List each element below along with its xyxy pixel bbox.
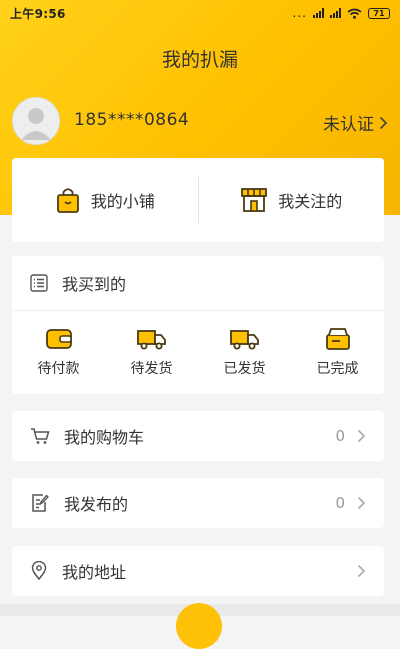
- bottom-center-button[interactable]: [176, 603, 222, 649]
- orders-status-row: 待付款 待发货 已发货 已完成: [12, 311, 384, 394]
- menu-item-count: 0: [335, 494, 345, 512]
- menu-item-address[interactable]: 我的地址: [12, 546, 384, 596]
- menu-item-label: 我发布的: [64, 495, 129, 514]
- shipped-label: 已发货: [223, 361, 266, 377]
- menu-item-published[interactable]: 我发布的 0: [12, 478, 384, 528]
- status-time: 上午9:56: [10, 6, 66, 21]
- pending-shipment-label: 待发货: [130, 361, 173, 377]
- location-pin-icon: [31, 561, 47, 581]
- notification-dots-icon: ...: [292, 6, 307, 20]
- wallet-icon: [45, 329, 72, 349]
- following-label: 我关注的: [278, 192, 343, 211]
- cart-icon: [31, 428, 50, 444]
- verify-label: 未认证: [323, 115, 374, 135]
- status-bar: 上午9:56 ... 71: [0, 0, 400, 26]
- avatar[interactable]: [12, 97, 60, 145]
- edit-doc-icon: [32, 494, 49, 512]
- status-icons: ... 71: [293, 6, 390, 20]
- signal-icon: [330, 8, 341, 18]
- truck-icon: [136, 330, 166, 350]
- pending-payment-label: 待付款: [37, 361, 80, 377]
- page-title: 我的扒漏: [161, 49, 238, 71]
- chevron-right-icon: [357, 496, 366, 510]
- menu-item-count: 0: [335, 427, 345, 445]
- chevron-right-icon: [357, 429, 366, 443]
- storefront-icon: [241, 188, 268, 212]
- verify-status-link[interactable]: 未认证: [323, 110, 388, 135]
- box-icon: [325, 328, 350, 350]
- truck-icon: [229, 330, 259, 350]
- shopping-bag-icon: [56, 188, 79, 213]
- shipped-button[interactable]: 已发货: [198, 311, 291, 394]
- list-icon: [30, 274, 48, 292]
- menu-item-shopping-cart[interactable]: 我的购物车 0: [12, 411, 384, 461]
- chevron-right-icon: [379, 116, 388, 129]
- completed-label: 已完成: [316, 361, 359, 377]
- orders-header[interactable]: 我买到的: [12, 256, 384, 311]
- completed-button[interactable]: 已完成: [291, 311, 384, 394]
- signal-icon: [313, 8, 324, 18]
- orders-title: 我买到的: [62, 275, 127, 294]
- battery-icon: 71: [368, 7, 390, 19]
- menu-item-label: 我的购物车: [64, 428, 145, 447]
- pending-payment-button[interactable]: 待付款: [12, 311, 105, 394]
- user-phone: 185****0864: [74, 110, 190, 130]
- my-shop-label: 我的小铺: [90, 192, 155, 211]
- wifi-icon: [347, 8, 362, 19]
- my-shop-button[interactable]: 我的小铺: [12, 158, 198, 242]
- pending-shipment-button[interactable]: 待发货: [105, 311, 198, 394]
- shop-card: 我的小铺 我关注的: [12, 158, 384, 242]
- following-button[interactable]: 我关注的: [199, 158, 385, 242]
- orders-card: 我买到的 待付款 待发货 已发货 已完成: [12, 256, 384, 394]
- profile-section[interactable]: 185****0864 未认证: [12, 97, 388, 145]
- user-avatar-icon: [21, 108, 51, 140]
- menu-item-label: 我的地址: [62, 563, 127, 582]
- chevron-right-icon: [357, 564, 366, 578]
